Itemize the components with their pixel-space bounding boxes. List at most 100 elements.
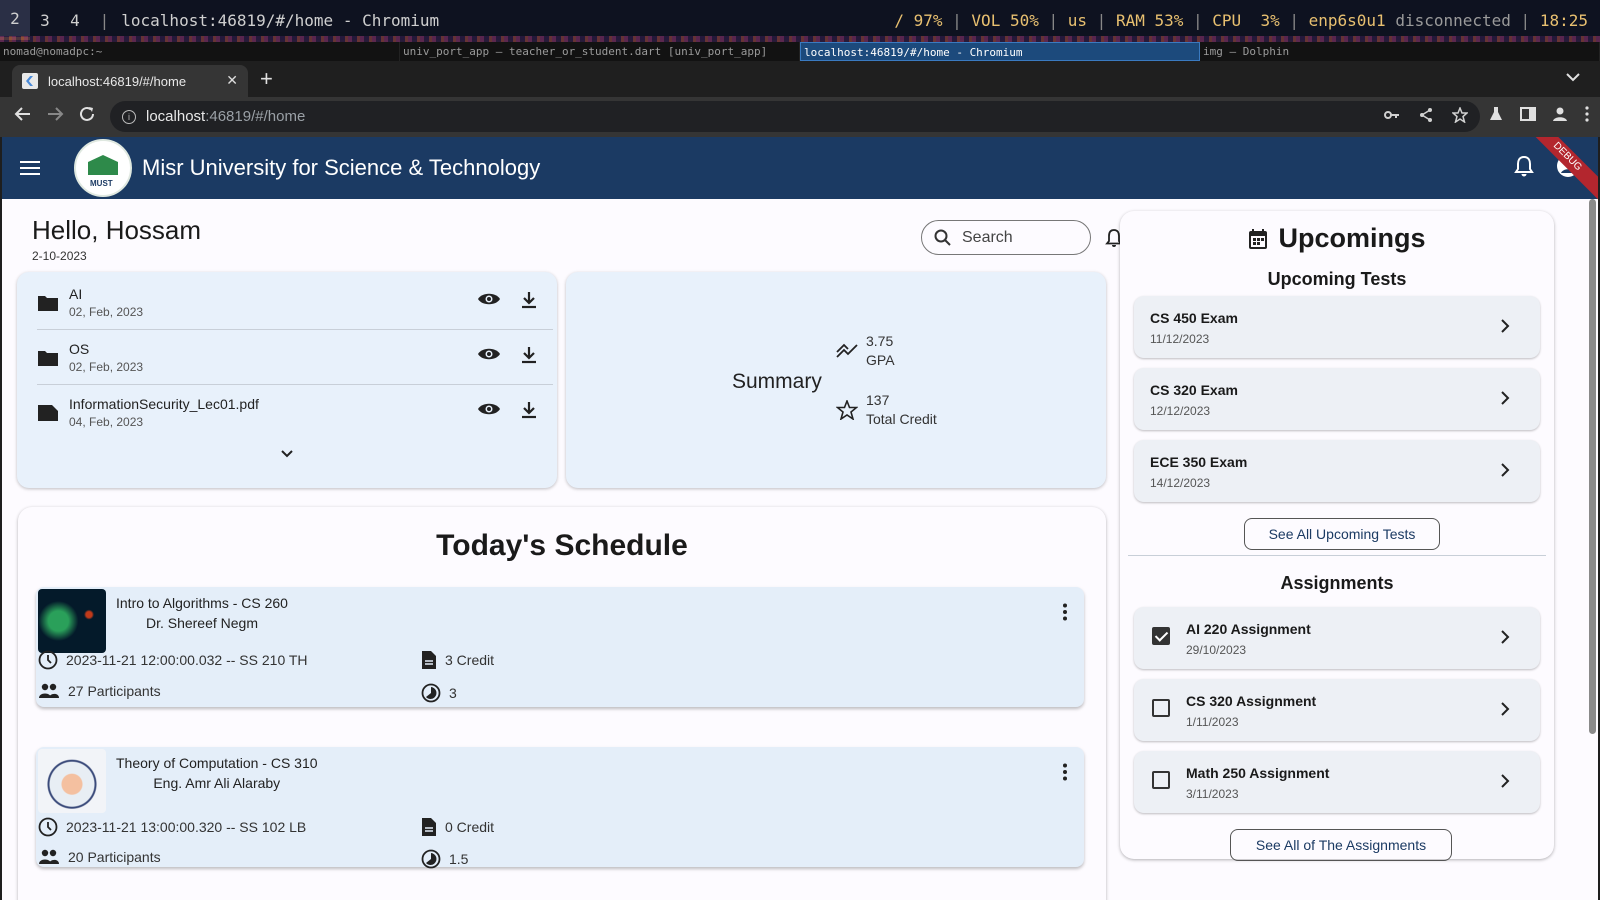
file-row[interactable]: InformationSecurity_Lec01.pdf 04, Feb, 2… [37,385,547,440]
browser-tab[interactable]: localhost:46819/#/home ✕ [12,65,248,97]
credit-stat: 137 Total Credit [836,391,937,429]
see-all-assignments-button[interactable]: See All of The Assignments [1230,829,1452,861]
search-placeholder: Search [962,228,1013,246]
download-icon[interactable] [521,401,537,424]
site-info-icon[interactable]: i [122,109,136,124]
close-tab-icon[interactable]: ✕ [226,72,238,89]
workspace-3[interactable]: 3 [30,0,60,40]
checkbox-checked-icon[interactable] [1152,627,1170,645]
address-bar[interactable]: i localhost:46819/#/home [110,101,1480,132]
course-card[interactable]: Intro to Algorithms - CS 260 Dr. Shereef… [36,587,1084,707]
bookmark-star-icon[interactable] [1451,105,1469,127]
notifications-icon[interactable] [1514,155,1534,182]
course-participants: 20 Participants [38,849,161,865]
tab-search-chevron-icon[interactable] [1566,69,1580,85]
expand-chevron-icon[interactable] [280,446,294,464]
side-panel-icon[interactable] [1520,106,1536,126]
test-item[interactable]: CS 450 Exam 11/12/2023 [1134,296,1540,358]
credit-value: 137 [866,392,890,408]
page-scrollbar[interactable] [1589,199,1596,734]
course-thumbnail [38,749,106,813]
assignment-item[interactable]: Math 250 Assignment 3/11/2023 [1134,751,1540,813]
share-icon[interactable] [1418,107,1434,127]
more-vert-icon[interactable] [1062,763,1068,786]
folder-icon [38,350,58,366]
extension-flask-icon[interactable] [1488,106,1504,126]
file-name: InformationSecurity_Lec01.pdf [69,396,259,412]
trending-up-icon [836,343,858,358]
assignment-date: 29/10/2023 [1186,643,1247,657]
test-item[interactable]: ECE 350 Exam 14/12/2023 [1134,440,1540,502]
download-icon[interactable] [521,346,537,369]
assignment-item[interactable]: CS 320 Assignment 1/11/2023 [1134,679,1540,741]
course-credit: 0 Credit [421,817,494,837]
course-thumbnail [38,589,106,653]
test-name: CS 320 Exam [1150,382,1238,398]
calendar-icon [1249,228,1268,249]
course-credit-text: 3 Credit [445,652,495,668]
test-item[interactable]: CS 320 Exam 12/12/2023 [1134,368,1540,430]
workspace-2[interactable]: 2 [0,0,30,40]
window-tab-dolphin[interactable]: img — Dolphin [1200,42,1600,61]
see-all-tests-button[interactable]: See All Upcoming Tests [1244,518,1440,550]
file-row[interactable]: AI 02, Feb, 2023 [37,275,547,330]
course-hours: 1.5 [421,849,468,869]
view-eye-icon[interactable] [477,346,501,369]
view-eye-icon[interactable] [477,291,501,314]
gpa-value: 3.75 [866,333,894,349]
window-tab-terminal[interactable]: nomad@nomadpc:~ [0,42,400,61]
chevron-right-icon [1500,318,1510,339]
flutter-favicon-icon [22,73,38,89]
course-card[interactable]: Theory of Computation - CS 310 Eng. Amr … [36,747,1084,869]
keyboard-layout: us [1067,10,1088,30]
browser-tab-title: localhost:46819/#/home [48,73,187,89]
download-icon[interactable] [521,291,537,314]
test-date: 12/12/2023 [1150,404,1211,418]
schedule-card: Today's Schedule Intro to Algorithms - C… [18,507,1106,900]
university-name: Misr University for Science & Technology [142,155,541,180]
chevron-right-icon [1500,701,1510,722]
timelapse-icon [421,849,441,869]
view-eye-icon[interactable] [477,401,501,424]
course-participants-text: 27 Participants [68,683,161,699]
course-credit-text: 0 Credit [445,819,495,835]
checkbox-icon[interactable] [1152,771,1170,789]
key-icon[interactable] [1384,107,1400,127]
back-icon[interactable] [14,105,32,128]
file-icon [38,404,58,421]
forward-icon[interactable] [46,105,64,128]
window-tabs: nomad@nomadpc:~ univ_port_app – teacher_… [0,42,1600,61]
reload-icon[interactable] [78,105,96,128]
more-vert-icon[interactable] [1062,603,1068,626]
course-participants: 27 Participants [38,683,161,699]
greeting: Hello, Hossam [32,215,202,245]
divider [1128,555,1546,556]
test-name: CS 450 Exam [1150,310,1238,326]
credit-label: Total Credit [866,411,937,427]
profile-icon[interactable] [1552,106,1568,126]
new-tab-icon[interactable]: + [260,66,273,92]
course-heading: Intro to Algorithms - CS 260 Dr. Shereef… [116,593,288,633]
window-tab-chromium[interactable]: localhost:46819/#/home - Chromium [800,42,1200,61]
course-credit: 3 Credit [421,650,494,670]
assignment-item[interactable]: AI 220 Assignment 29/10/2023 [1134,607,1540,669]
browser-menu-icon[interactable] [1584,106,1590,126]
volume-status: VOL 50% [971,10,1039,30]
file-name: AI [69,286,83,302]
search-field[interactable]: Search [921,220,1091,255]
assignment-name: CS 320 Assignment [1186,693,1317,709]
menu-icon[interactable] [20,161,40,175]
file-row[interactable]: OS 02, Feb, 2023 [37,330,547,385]
assignment-name: Math 250 Assignment [1186,765,1330,781]
upcomings-title: Upcomings [1278,223,1426,253]
window-tab-editor[interactable]: univ_port_app – teacher_or_student.dart … [400,42,800,61]
file-date: 02, Feb, 2023 [69,360,144,374]
ram-status: RAM 53% [1115,10,1184,30]
course-participants-text: 20 Participants [68,849,161,865]
url-host: localhost [146,108,206,125]
workspace-4[interactable]: 4 [60,0,90,40]
course-instructor: Eng. Amr Ali Alaraby [153,775,281,791]
checkbox-icon[interactable] [1152,699,1170,717]
course-time-text: 2023-11-21 12:00:00.032 -- SS 210 TH [66,652,308,668]
course-time-text: 2023-11-21 13:00:00.320 -- SS 102 LB [66,819,307,835]
